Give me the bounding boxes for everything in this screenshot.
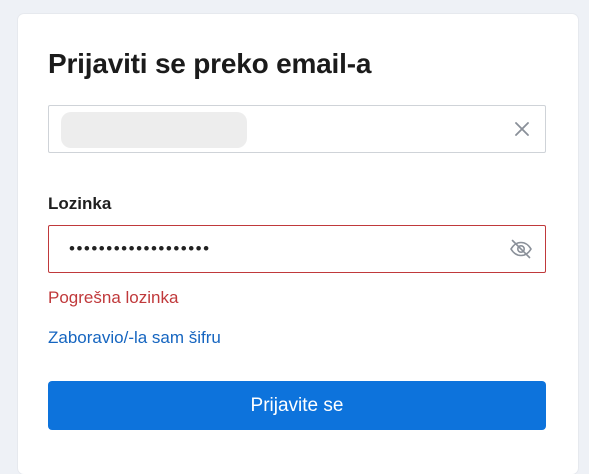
forgot-password-link[interactable]: Zaboravio/-la sam šifru [48,328,221,348]
login-card: Prijaviti se preko email-a Lozinka •••••… [18,14,578,474]
password-field[interactable]: ••••••••••••••••••• [48,225,546,273]
submit-button[interactable]: Prijavite se [48,381,546,430]
close-icon[interactable] [513,120,531,138]
password-error-message: Pogrešna lozinka [48,288,179,307]
eye-off-icon[interactable] [509,237,533,261]
email-field[interactable] [48,105,546,153]
password-label: Lozinka [48,194,112,213]
page-title: Prijaviti se preko email-a [48,48,372,79]
password-value: ••••••••••••••••••• [69,239,211,258]
email-redacted-mask [61,112,247,148]
